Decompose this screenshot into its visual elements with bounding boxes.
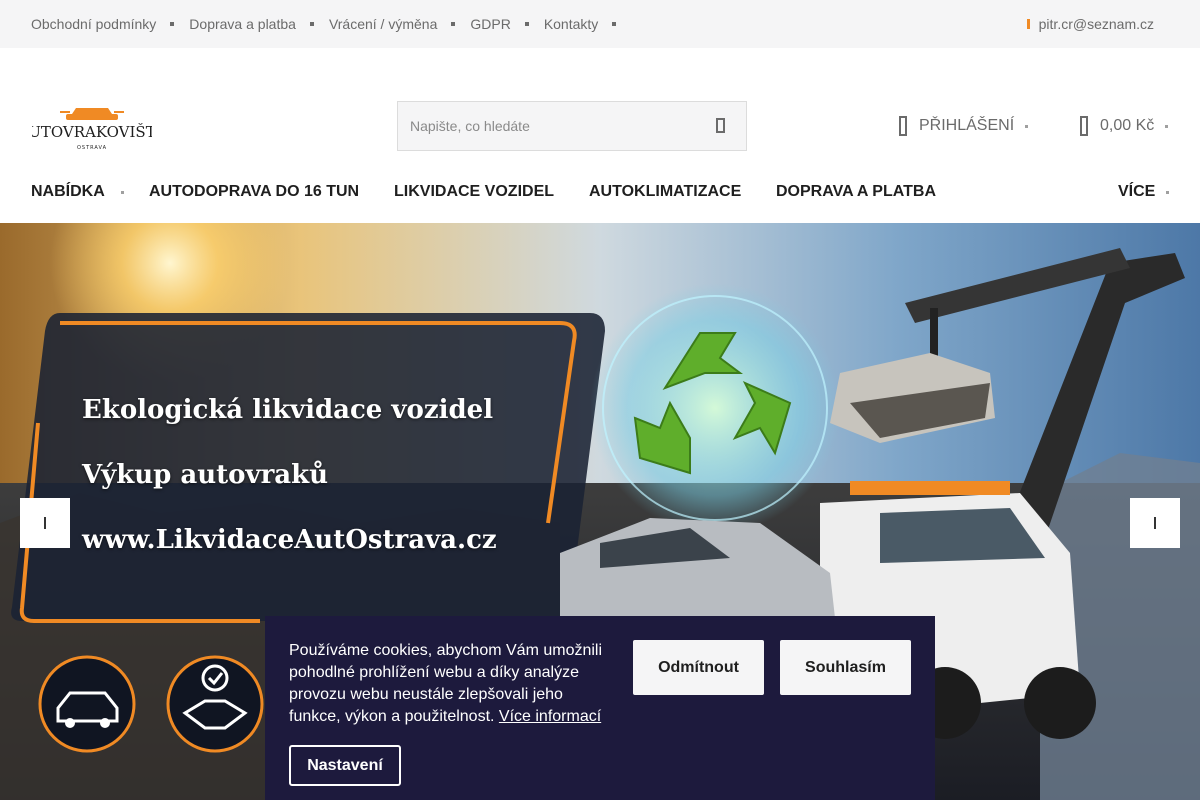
logo-subtext: OSTRAVA [77,145,107,151]
search-input[interactable] [398,102,698,150]
cart-total: 0,00 Kč [1100,117,1155,134]
chevron-down-icon [1165,124,1169,128]
chevron-down-icon [120,190,124,194]
cookie-more-info-link[interactable]: Více informací [499,708,601,725]
cookie-decline-button[interactable]: Odmítnout [633,640,764,695]
top-bar: Obchodní podmínky Doprava a platba Vráce… [0,0,1200,48]
toplink-terms[interactable]: Obchodní podmínky [31,16,156,32]
nav-more-label: VÍCE [1118,183,1156,200]
login-link[interactable]: PŘIHLÁŠENÍ [899,112,1029,140]
separator [451,22,456,26]
cookie-message: Používáme cookies, abychom Vám umožnili … [289,640,609,728]
logo-car-icon [60,108,124,120]
toplink-returns[interactable]: Vrácení / výměna [329,16,437,32]
toplink-gdpr[interactable]: GDPR [470,16,510,32]
nav-item-aircon[interactable]: AUTOKLIMATIZACE [589,170,741,214]
top-email[interactable]: pitr.cr@seznam.cz [1026,0,1154,48]
nav-item-shipping[interactable]: DOPRAVA A PLATBA [776,170,936,214]
nav-item-more[interactable]: VÍCE [1118,170,1170,214]
arrow-right-icon [1154,517,1156,529]
search-icon [716,118,725,133]
arrow-left-icon [44,517,46,529]
hero-subheadline: Výkup autovraků [82,460,329,490]
car-service-icon [38,655,136,753]
mail-icon [1026,19,1030,29]
cart-icon [1080,116,1088,136]
email-text: pitr.cr@seznam.cz [1038,16,1154,32]
carousel-prev-button[interactable] [20,498,70,548]
nav-item-offer[interactable]: NABÍDKA [31,170,124,214]
toplink-shipping[interactable]: Doprava a platba [189,16,296,32]
logo-text: AUTOVRAKOVIŠTĚ [32,123,152,141]
separator [612,22,617,26]
login-label: PŘIHLÁŠENÍ [919,117,1015,134]
nav-item-transport[interactable]: AUTODOPRAVA DO 16 TUN [149,170,359,214]
toplink-contacts[interactable]: Kontakty [544,16,598,32]
main-navigation: NABÍDKA AUTODOPRAVA DO 16 TUN LIKVIDACE … [0,170,1200,214]
search-box [397,101,747,151]
hero-headline: Ekologická likvidace vozidel [82,395,494,425]
carousel-next-button[interactable] [1130,498,1180,548]
separator [524,22,529,26]
user-icon [899,116,907,136]
handshake-check-icon [166,655,264,753]
chevron-down-icon [1166,190,1170,194]
separator [170,22,175,26]
cookie-accept-button[interactable]: Souhlasím [780,640,911,695]
nav-item-disposal[interactable]: LIKVIDACE VOZIDEL [394,170,554,214]
nav-item-label: NABÍDKA [31,183,105,200]
cart-link[interactable]: 0,00 Kč [1080,112,1169,140]
site-logo[interactable]: AUTOVRAKOVIŠTĚ OSTRAVA [16,104,167,152]
search-button[interactable] [696,102,746,150]
top-links: Obchodní podmínky Doprava a platba Vráce… [31,0,631,48]
separator [309,22,314,26]
chevron-down-icon [1025,124,1029,128]
cookie-settings-button[interactable]: Nastavení [289,745,401,786]
cookie-banner: Používáme cookies, abychom Vám umožnili … [265,616,935,800]
hero-website: www.LikvidaceAutOstrava.cz [82,525,497,555]
